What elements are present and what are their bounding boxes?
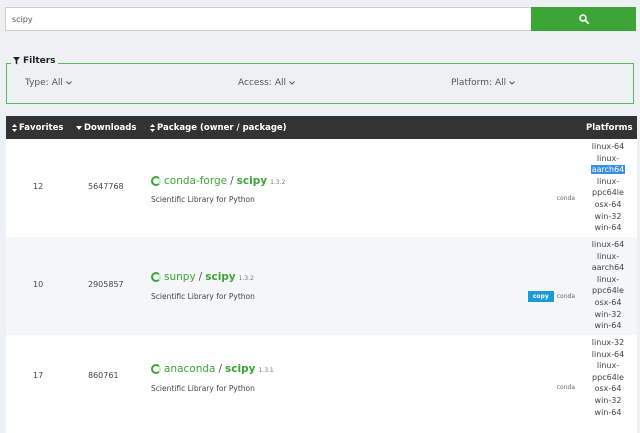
search-icon bbox=[578, 14, 589, 24]
package-title: sunpy / scipy 1.3.2 bbox=[151, 271, 254, 283]
separator: / bbox=[198, 271, 203, 283]
package-badges: conda bbox=[557, 195, 575, 202]
owner-link[interactable]: anaconda bbox=[164, 363, 215, 375]
package-badges: conda bbox=[557, 384, 575, 391]
sort-desc-icon bbox=[76, 125, 82, 130]
downloads-count: 2905857 bbox=[88, 280, 124, 289]
platform-item: win-32 bbox=[594, 211, 622, 221]
sort-downloads-header[interactable]: Downloads bbox=[76, 116, 136, 139]
platforms-header: Platforms bbox=[586, 116, 633, 139]
package-version: 1.3.2 bbox=[270, 179, 286, 186]
filter-type-value: All bbox=[51, 78, 63, 88]
table-header: Favorites Downloads Package (owner / pac… bbox=[6, 116, 637, 139]
package-title: anaconda / scipy 1.3.1 bbox=[151, 363, 274, 375]
filters-legend-label: Filters bbox=[23, 56, 56, 66]
platform-item: win-64 bbox=[594, 321, 622, 331]
platform-item: linux- bbox=[596, 176, 620, 186]
platform-item: linux-64 bbox=[591, 349, 625, 359]
chevron-down-icon bbox=[289, 81, 295, 85]
separator: / bbox=[230, 175, 234, 187]
package-description: Scientific Library for Python bbox=[151, 195, 255, 204]
filter-platform-dropdown[interactable]: Platform: All bbox=[451, 78, 516, 88]
owner-link[interactable]: conda-forge bbox=[164, 175, 227, 187]
favorites-header-label: Favorites bbox=[19, 122, 64, 133]
owner-link[interactable]: sunpy bbox=[164, 271, 196, 283]
package-version: 1.3.1 bbox=[258, 367, 274, 374]
package-badges: copy conda bbox=[527, 291, 575, 302]
platform-item: linux- bbox=[596, 153, 620, 163]
downloads-count: 860761 bbox=[88, 371, 119, 380]
filter-icon bbox=[13, 57, 20, 65]
package-link[interactable]: scipy bbox=[237, 175, 267, 187]
platform-item: linux- bbox=[596, 361, 620, 371]
platform-item: osx-64 bbox=[594, 199, 622, 209]
table-row: 10 2905857 sunpy / scipy 1.3.2 Scientifi… bbox=[6, 237, 637, 335]
conda-logo-icon bbox=[151, 176, 161, 186]
filters-legend: Filters bbox=[11, 56, 58, 66]
package-version: 1.3.2 bbox=[238, 275, 254, 282]
chevron-down-icon bbox=[509, 81, 516, 85]
platform-item: linux-64 bbox=[591, 142, 625, 151]
favorites-count: 17 bbox=[33, 371, 44, 380]
filter-access-label: Access: bbox=[238, 78, 272, 88]
filter-platform-value: All bbox=[495, 78, 507, 88]
filter-type-label: Type: bbox=[25, 78, 49, 88]
table-row: 17 860761 anaconda / scipy 1.3.1 Scienti… bbox=[6, 335, 637, 433]
conda-badge: conda bbox=[556, 293, 575, 300]
filter-type-dropdown[interactable]: Type: All bbox=[25, 78, 72, 88]
platform-item: ppc64le bbox=[592, 286, 624, 296]
platform-item: linux-32 bbox=[591, 338, 625, 347]
sort-icon bbox=[12, 123, 17, 132]
downloads-header-label: Downloads bbox=[84, 122, 137, 133]
separator: / bbox=[218, 363, 223, 375]
platform-list: linux-64 linux- aarch64 linux- ppc64le o… bbox=[586, 141, 630, 234]
favorites-count: 10 bbox=[33, 280, 44, 289]
filter-access-value: All bbox=[274, 78, 287, 88]
platforms-header-label: Platforms bbox=[586, 122, 633, 133]
search-bar bbox=[5, 7, 636, 31]
package-header-label: Package (owner / package) bbox=[157, 122, 287, 133]
search-input[interactable] bbox=[5, 7, 531, 31]
conda-badge: conda bbox=[556, 384, 575, 391]
copy-button[interactable]: copy bbox=[527, 291, 554, 302]
platform-list: linux-32 linux-64 linux- ppc64le osx-64 … bbox=[586, 337, 630, 418]
table-row: 12 5647768 conda-forge / scipy 1.3.2 Sci… bbox=[6, 139, 637, 237]
chevron-down-icon bbox=[66, 81, 72, 85]
conda-logo-icon bbox=[151, 364, 161, 374]
package-link[interactable]: scipy bbox=[205, 271, 235, 283]
sort-favorites-header[interactable]: Favorites bbox=[12, 116, 63, 139]
filters-panel: Filters Type: All Access: All Platform: … bbox=[6, 56, 634, 104]
platform-item: win-32 bbox=[594, 309, 622, 319]
platform-item: aarch64 bbox=[586, 164, 630, 176]
platform-item: aarch64 bbox=[591, 263, 625, 273]
package-description: Scientific Library for Python bbox=[151, 292, 255, 301]
platform-list: linux-64 linux- aarch64 linux- ppc64le o… bbox=[586, 239, 630, 332]
platform-item: win-32 bbox=[594, 395, 622, 405]
platform-item: win-64 bbox=[594, 223, 622, 233]
package-description: Scientific Library for Python bbox=[151, 384, 255, 393]
platform-item: ppc64le bbox=[592, 188, 624, 198]
platform-item: ppc64le bbox=[592, 372, 624, 382]
conda-badge: conda bbox=[556, 195, 575, 202]
downloads-count: 5647768 bbox=[88, 182, 124, 191]
search-button[interactable] bbox=[531, 7, 636, 31]
filter-access-dropdown[interactable]: Access: All bbox=[238, 78, 295, 88]
filter-platform-label: Platform: bbox=[451, 78, 492, 88]
sort-icon bbox=[150, 123, 155, 132]
favorites-count: 12 bbox=[33, 182, 44, 191]
package-title: conda-forge / scipy 1.3.2 bbox=[151, 175, 285, 187]
platform-item: osx-64 bbox=[594, 297, 622, 307]
platform-item: linux-64 bbox=[591, 240, 625, 249]
package-link[interactable]: scipy bbox=[225, 363, 255, 375]
platform-item: linux- bbox=[596, 251, 620, 261]
sort-package-header[interactable]: Package (owner / package) bbox=[150, 116, 287, 139]
platform-item: linux- bbox=[596, 274, 620, 284]
platform-item: osx-64 bbox=[594, 384, 622, 394]
platform-item: win-64 bbox=[594, 407, 622, 417]
selected-text: aarch64 bbox=[590, 165, 626, 175]
conda-logo-icon bbox=[151, 272, 161, 282]
